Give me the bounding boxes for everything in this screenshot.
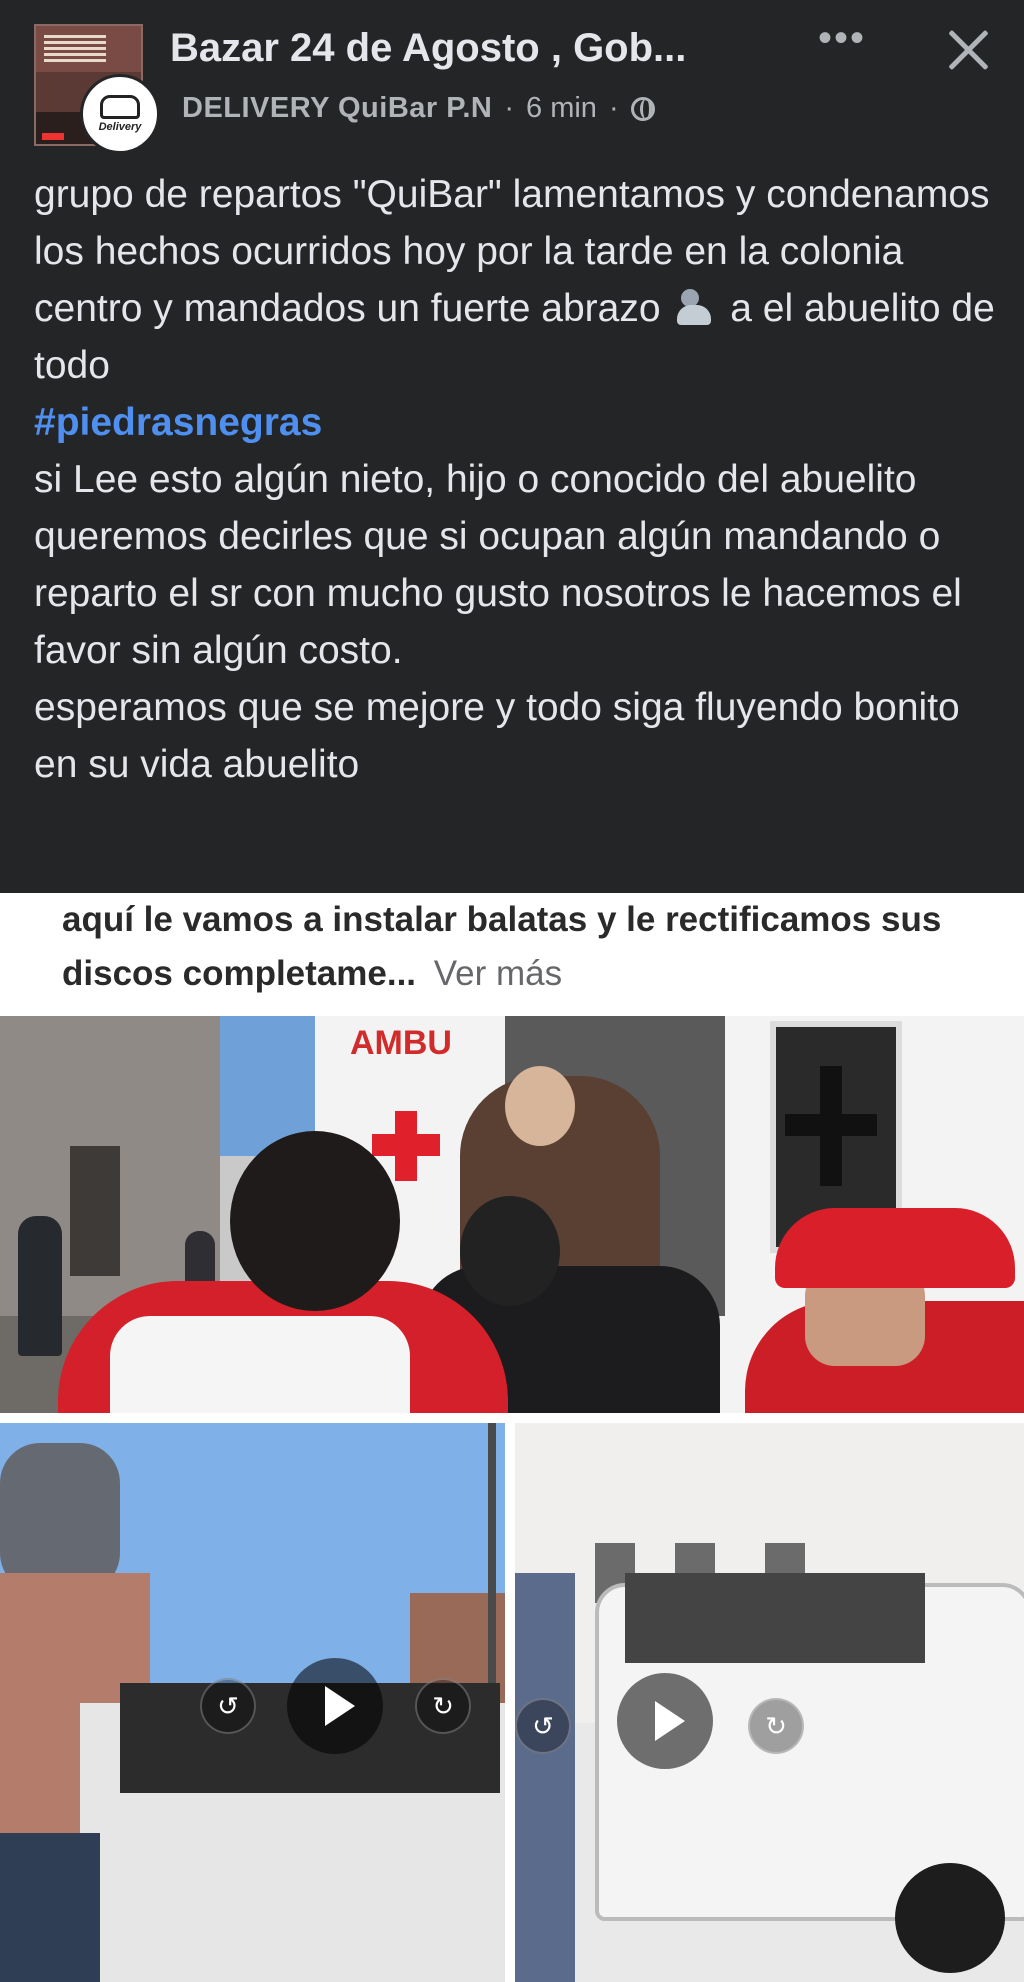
author-avatar[interactable]: Delivery bbox=[80, 74, 160, 154]
photo-paramedic-cap bbox=[775, 1208, 1015, 1288]
photo-elderly-man-head bbox=[505, 1066, 575, 1146]
photo-window bbox=[70, 1146, 120, 1276]
post-paragraph-1: grupo de repartos "QuiBar" lamentamos y … bbox=[34, 166, 1002, 394]
video-thumbnail[interactable]: ↺ ↻ bbox=[0, 1423, 505, 1982]
photo-paramedic-head bbox=[230, 1131, 400, 1311]
photo-truck-rack bbox=[625, 1573, 925, 1663]
meta-separator: · bbox=[608, 92, 619, 124]
people-hugging-icon bbox=[675, 287, 715, 327]
play-icon[interactable] bbox=[617, 1673, 713, 1769]
rewind-icon[interactable]: ↺ bbox=[200, 1678, 256, 1734]
author-name-link[interactable]: DELIVERY QuiBar P.N bbox=[182, 92, 492, 125]
motorcycle-icon bbox=[100, 95, 140, 119]
door-cross-icon bbox=[785, 1114, 877, 1136]
main-photo[interactable]: AMBU bbox=[0, 1016, 1024, 1413]
globe-icon bbox=[630, 96, 655, 121]
post-meta: DELIVERY QuiBar P.N · 6 min · bbox=[182, 92, 655, 125]
forward-icon[interactable]: ↻ bbox=[748, 1698, 804, 1754]
see-more-link[interactable]: Ver más bbox=[434, 954, 562, 993]
rewind-icon[interactable]: ↺ bbox=[515, 1698, 571, 1754]
photo-tree bbox=[0, 1443, 120, 1593]
shared-post-text: aquí le vamos a instalar balatas y le re… bbox=[62, 893, 1002, 1001]
photo-young-man-head bbox=[460, 1196, 560, 1306]
post-paragraph-3: esperamos que se mejore y todo siga fluy… bbox=[34, 686, 960, 786]
post-time[interactable]: 6 min bbox=[526, 92, 597, 125]
photo-pedestrian bbox=[18, 1216, 62, 1356]
photo-paramedic-vest bbox=[110, 1316, 410, 1413]
more-icon[interactable]: ••• bbox=[815, 18, 869, 68]
shared-post-card[interactable]: aquí le vamos a instalar balatas y le re… bbox=[0, 893, 1024, 1982]
group-avatar-lines bbox=[44, 32, 106, 65]
red-cross-icon bbox=[372, 1134, 440, 1156]
photo-person bbox=[515, 1573, 575, 1982]
post-header: Delivery Bazar 24 de Agosto , Gob... DEL… bbox=[0, 0, 1024, 165]
forward-icon[interactable]: ↻ bbox=[415, 1678, 471, 1734]
photo-car bbox=[0, 1833, 100, 1982]
hashtag-link[interactable]: #piedrasnegras bbox=[34, 401, 322, 444]
play-icon[interactable] bbox=[287, 1658, 383, 1754]
group-avatar-phone-badge bbox=[42, 133, 64, 140]
meta-separator: · bbox=[504, 92, 515, 124]
ambulance-label: AMBU bbox=[350, 1024, 452, 1062]
author-avatar-logo: Delivery bbox=[98, 121, 142, 133]
close-icon[interactable] bbox=[940, 22, 996, 78]
post-paragraph-2: si Lee esto algún nieto, hijo o conocido… bbox=[34, 458, 962, 672]
photo-truck-wheel bbox=[895, 1863, 1005, 1973]
group-name-link[interactable]: Bazar 24 de Agosto , Gob... bbox=[170, 26, 770, 71]
video-thumbnail[interactable]: ↺ ↻ bbox=[515, 1423, 1024, 1982]
post-body: grupo de repartos "QuiBar" lamentamos y … bbox=[34, 166, 1002, 793]
